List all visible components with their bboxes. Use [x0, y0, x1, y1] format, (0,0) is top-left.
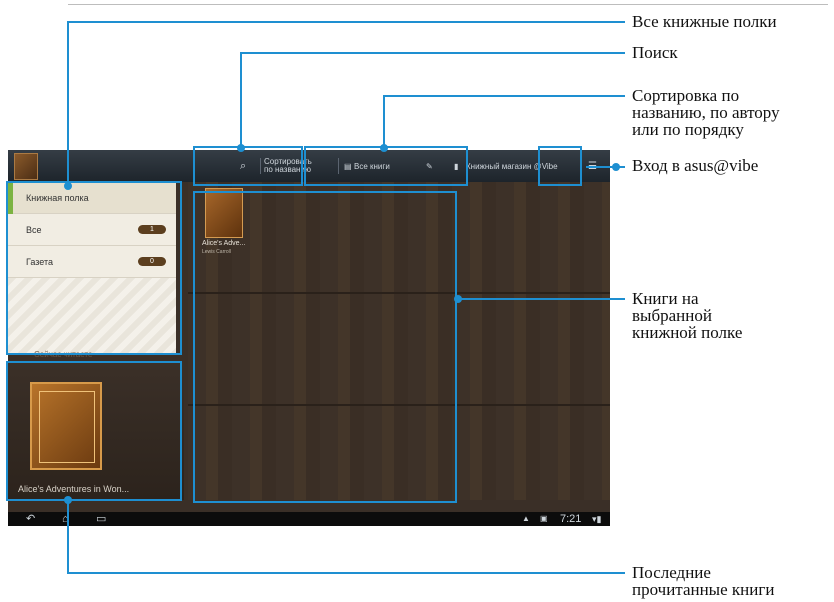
callout-label-books: Книги на выбранной книжной полке — [632, 289, 743, 342]
recent-apps-icon[interactable]: ▭ — [96, 512, 106, 526]
callout-dot — [454, 295, 462, 303]
callout-line — [383, 95, 625, 97]
login-highlight-box — [538, 146, 582, 186]
recent-highlight-box — [6, 361, 182, 501]
system-nav-bar: ↶ ⌂ ▭ ▲ ▣ 7:21 ▾▮ — [8, 512, 610, 526]
callout-dot — [64, 496, 72, 504]
callout-dot — [237, 144, 245, 152]
callout-line — [383, 95, 385, 148]
books-highlight-box — [193, 191, 457, 503]
shelves-highlight-box — [6, 181, 182, 355]
app-icon[interactable] — [14, 153, 38, 180]
sort-highlight-box — [304, 146, 468, 186]
usb-icon: ▣ — [540, 514, 548, 523]
callout-line — [240, 52, 242, 148]
callout-line — [458, 298, 625, 300]
callout-line — [67, 498, 69, 573]
callout-line — [240, 52, 625, 54]
top-divider — [68, 4, 828, 5]
callout-line — [67, 572, 625, 574]
callout-line — [67, 21, 625, 23]
search-highlight-box — [193, 146, 303, 186]
callout-dot — [612, 163, 620, 171]
callout-label-all-shelves: Все книжные полки — [632, 12, 777, 31]
callout-label-login: Вход в asus@vibe — [632, 156, 759, 175]
clock[interactable]: 7:21 — [560, 512, 581, 526]
callout-line — [67, 21, 69, 185]
back-icon[interactable]: ↶ — [26, 512, 35, 526]
callout-label-search: Поиск — [632, 43, 678, 62]
callout-dot — [64, 182, 72, 190]
callout-dot — [380, 144, 388, 152]
wifi-icon: ▾▮ — [592, 514, 602, 524]
notification-icon[interactable]: ▲ — [522, 512, 530, 526]
callout-label-recent: Последние прочитанные книги — [632, 563, 775, 599]
callout-label-sort: Сортировка по названию, по автору или по… — [632, 86, 780, 139]
